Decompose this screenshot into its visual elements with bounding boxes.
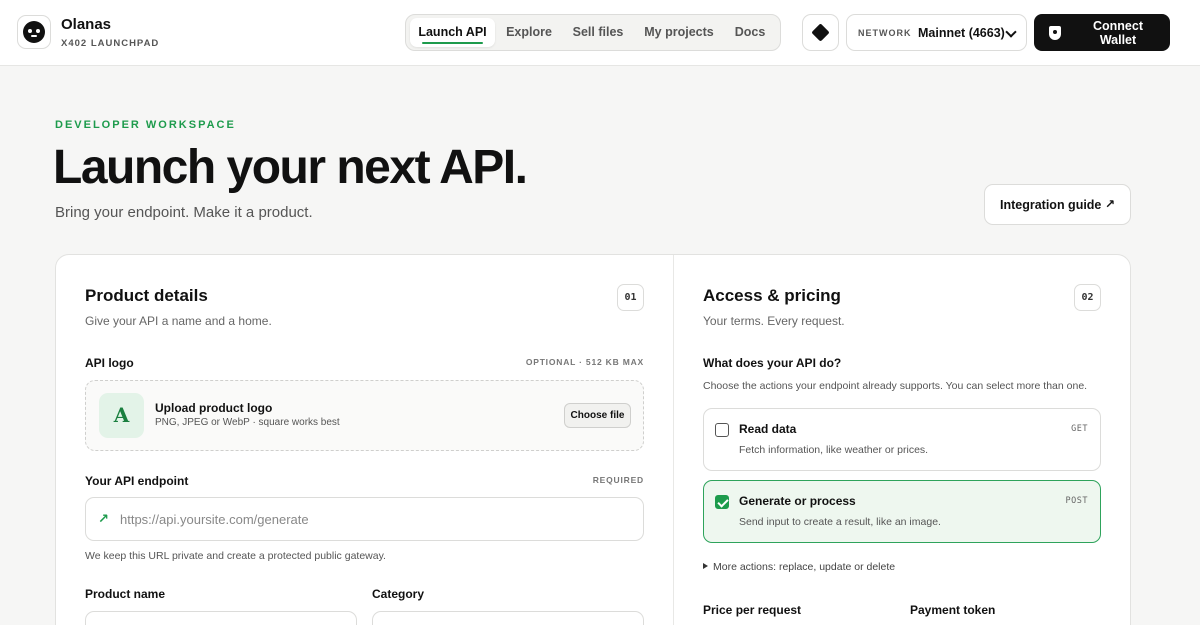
logo-upload-dropzone[interactable]: A Upload product logo PNG, JPEG or WebP … <box>85 380 644 451</box>
more-actions-label: More actions: replace, update or delete <box>713 561 896 573</box>
product-name-input[interactable] <box>85 611 357 625</box>
nav-tab-explore[interactable]: Explore <box>499 18 559 47</box>
external-arrow-icon: ↗ <box>1104 197 1115 211</box>
link-arrow-icon: ↗ <box>98 511 109 526</box>
step-badge-01: 01 <box>617 284 644 311</box>
hero-eyebrow: DEVELOPER WORKSPACE <box>55 119 236 131</box>
brand-name: Olanas <box>61 16 112 33</box>
api-actions-question: What does your API do? <box>703 356 842 370</box>
action-option-generate[interactable]: Generate or process Send input to create… <box>703 480 1101 543</box>
action-description: Fetch information, like weather or price… <box>739 444 929 456</box>
upload-title: Upload product logo <box>155 401 273 415</box>
endpoint-required-meta: REQUIRED <box>592 475 644 485</box>
main-nav: Launch API Explore Sell files My project… <box>405 14 781 51</box>
payment-token-label: Payment token <box>910 603 996 617</box>
product-details-subtitle: Give your API a name and a home. <box>85 314 272 328</box>
network-value: Mainnet (4663) <box>918 26 1005 40</box>
nav-tab-my-projects[interactable]: My projects <box>637 18 721 47</box>
top-bar: Olanas X402 LAUNCHPAD Launch API Explore… <box>0 0 1200 66</box>
action-title: Generate or process <box>739 494 856 508</box>
integration-guide-label: Integration guide <box>1000 198 1102 212</box>
column-divider <box>673 255 674 625</box>
action-option-read-data[interactable]: Read data Fetch information, like weathe… <box>703 408 1101 471</box>
endpoint-input[interactable] <box>120 507 630 531</box>
chevron-down-icon <box>1005 26 1017 38</box>
category-select[interactable] <box>372 611 644 625</box>
nav-tab-launch-api[interactable]: Launch API <box>410 18 495 47</box>
network-select[interactable]: NETWORK Mainnet (4663) <box>846 14 1027 51</box>
api-logo-label: API logo <box>85 356 134 370</box>
diamond-icon <box>811 23 830 42</box>
chain-button[interactable] <box>802 14 839 51</box>
hero-subtitle: Bring your endpoint. Make it a product. <box>55 204 313 221</box>
api-actions-hint: Choose the actions your endpoint already… <box>703 380 1088 392</box>
integration-guide-button[interactable]: Integration guide ↗ <box>984 184 1131 225</box>
network-label: NETWORK <box>858 28 912 38</box>
more-actions-toggle[interactable]: More actions: replace, update or delete <box>703 561 895 573</box>
mascot-face-icon <box>23 21 45 43</box>
access-pricing-subtitle: Your terms. Every request. <box>703 314 845 328</box>
shield-icon <box>1049 26 1061 40</box>
api-logo-meta: OPTIONAL · 512 KB MAX <box>525 357 644 367</box>
launch-form-card: Product details Give your API a name and… <box>55 254 1131 625</box>
price-label: Price per request <box>703 603 802 617</box>
action-title: Read data <box>739 422 797 436</box>
method-badge: POST <box>1065 496 1088 506</box>
action-description: Send input to create a result, like an i… <box>739 516 941 528</box>
triangle-right-icon <box>703 563 708 569</box>
step-badge-02: 02 <box>1074 284 1101 311</box>
logo-placeholder-thumb: A <box>99 393 144 438</box>
connect-wallet-button[interactable]: Connect Wallet <box>1034 14 1170 51</box>
endpoint-note: We keep this URL private and create a pr… <box>85 550 386 562</box>
connect-wallet-label: Connect Wallet <box>1093 19 1143 47</box>
nav-tab-sell-files[interactable]: Sell files <box>563 18 633 47</box>
generate-checkbox[interactable] <box>715 495 729 509</box>
product-name-label: Product name <box>85 587 166 601</box>
category-label: Category <box>372 587 425 601</box>
read-data-checkbox[interactable] <box>715 423 729 437</box>
page-title: Launch your next API. <box>53 141 528 194</box>
choose-file-button[interactable]: Choose file <box>564 403 631 428</box>
brand-subtitle: X402 LAUNCHPAD <box>61 38 160 49</box>
brand-logo[interactable] <box>17 15 51 49</box>
method-badge: GET <box>1071 424 1088 434</box>
upload-hint: PNG, JPEG or WebP · square works best <box>155 417 340 428</box>
endpoint-input-wrapper: ↗ <box>85 497 644 541</box>
endpoint-label: Your API endpoint <box>85 474 189 488</box>
product-details-title: Product details <box>85 286 208 305</box>
access-pricing-title: Access & pricing <box>703 286 841 305</box>
nav-tab-docs[interactable]: Docs <box>725 18 775 47</box>
